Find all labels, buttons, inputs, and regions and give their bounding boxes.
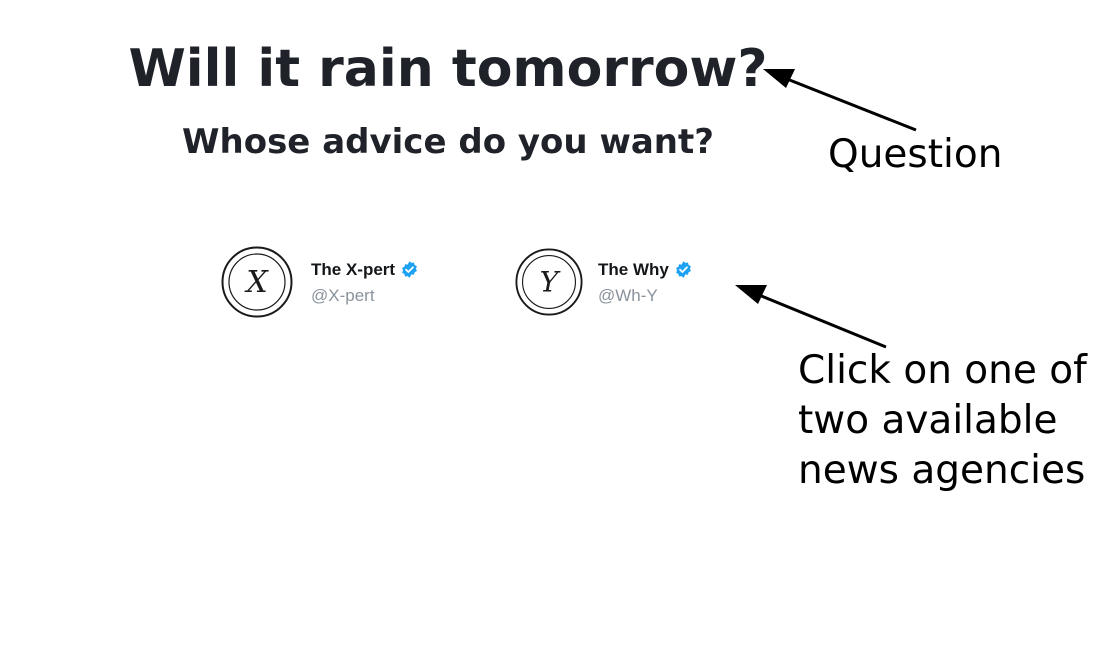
- agency-option-x-pert[interactable]: X The X-pert @X-pert: [221, 246, 419, 318]
- agencies-annotation-line: Click on one of: [798, 348, 1087, 393]
- agency-option-the-why[interactable]: Y The Why @Wh-Y: [515, 246, 693, 318]
- agencies-annotation: Click on one of two available news agenc…: [798, 346, 1087, 496]
- x-monogram-avatar-icon: X: [221, 246, 293, 318]
- question-title: Will it rain tomorrow?: [128, 39, 768, 99]
- y-monogram-avatar-icon: Y: [515, 248, 583, 316]
- avatar-letter-y: Y: [540, 265, 561, 298]
- agency-handle-the-why: @Wh-Y: [598, 285, 658, 305]
- arrow-to-agencies-icon: [735, 285, 887, 349]
- agencies-annotation-line: news agencies: [798, 448, 1086, 493]
- agencies-annotation-line: two available: [798, 398, 1058, 443]
- verified-badge-icon: [402, 261, 417, 278]
- agency-handle-x-pert: @X-pert: [311, 285, 375, 305]
- agency-name-x-pert[interactable]: The X-pert: [311, 260, 395, 280]
- avatar-letter-x: X: [244, 265, 269, 300]
- verified-badge-icon: [675, 261, 691, 278]
- advice-prompt: Whose advice do you want?: [182, 122, 714, 162]
- question-annotation: Question: [828, 132, 1003, 177]
- agency-name-the-why[interactable]: The Why: [598, 260, 669, 280]
